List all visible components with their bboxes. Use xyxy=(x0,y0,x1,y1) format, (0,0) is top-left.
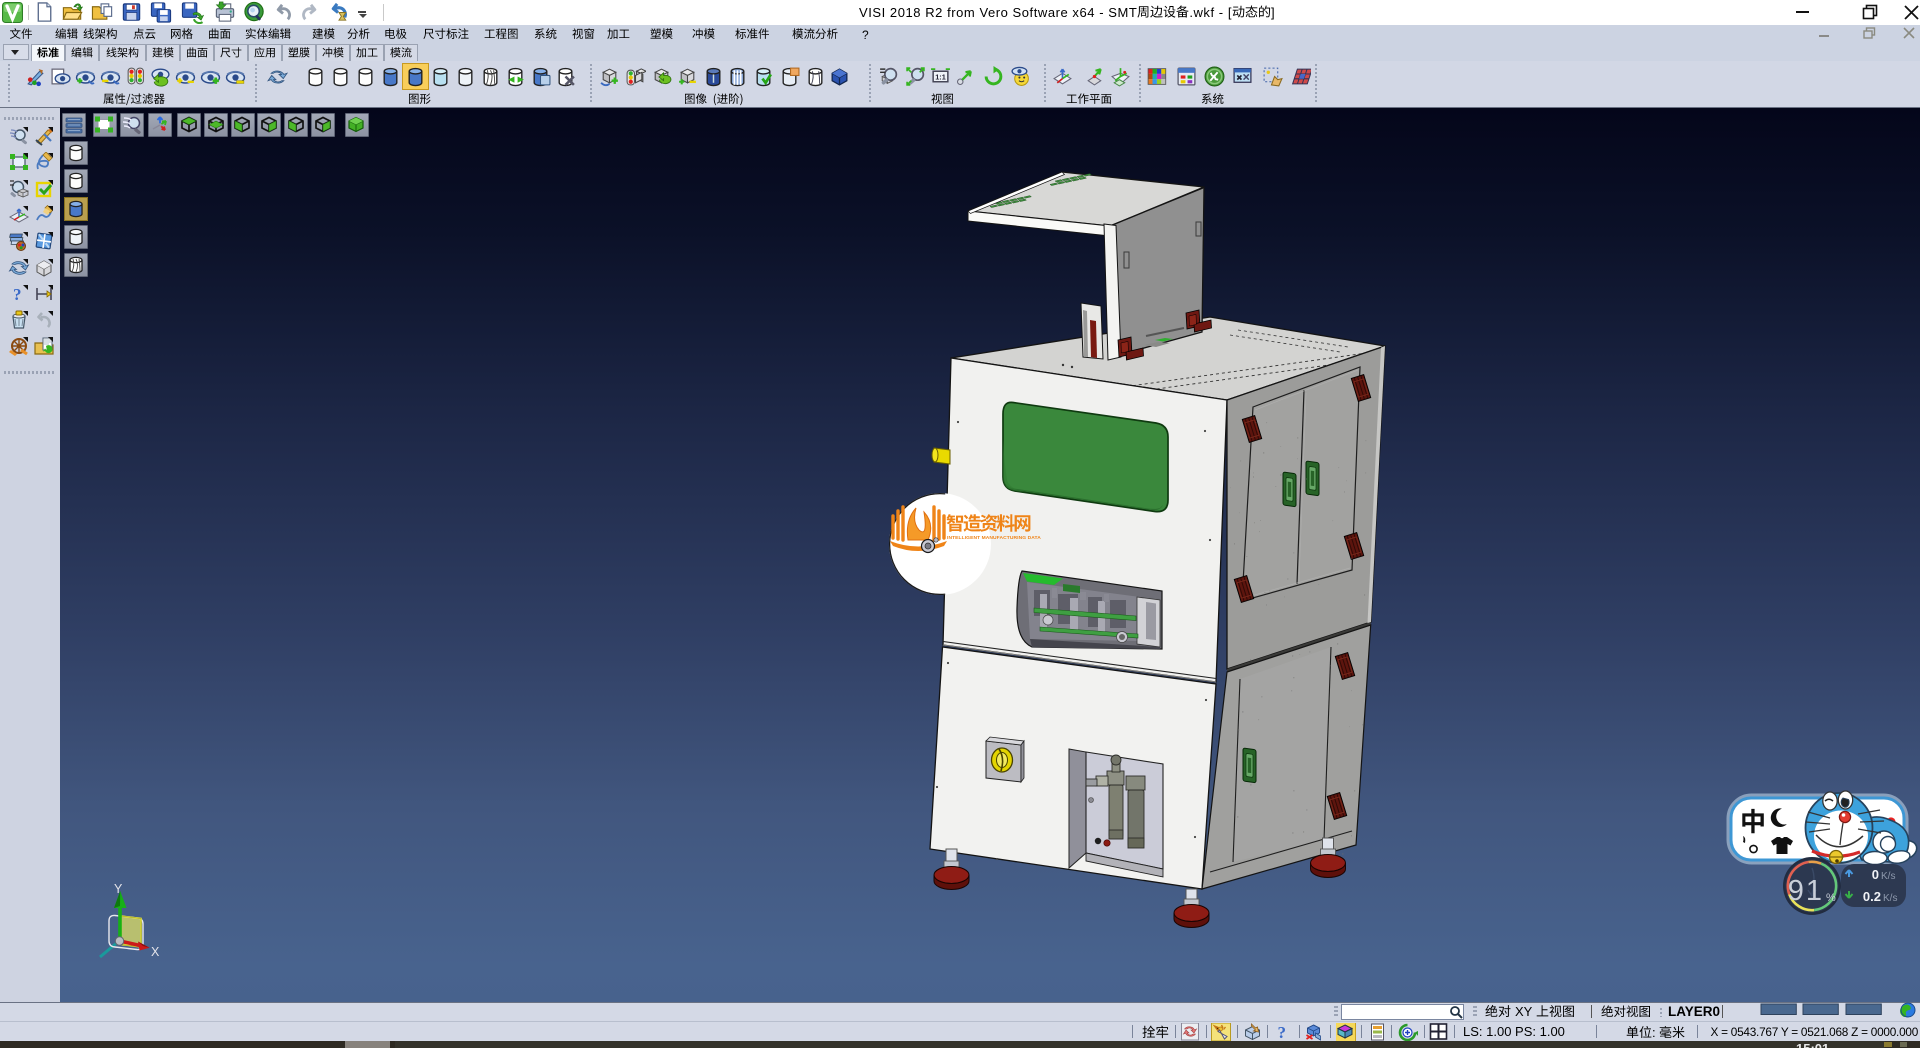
svg-text:LAYER0: LAYER0 xyxy=(1668,1004,1720,1019)
svg-text:?: ? xyxy=(1278,1023,1287,1041)
svg-text:XY: XY xyxy=(1515,1004,1533,1019)
svg-text::: : xyxy=(1652,1025,1656,1040)
